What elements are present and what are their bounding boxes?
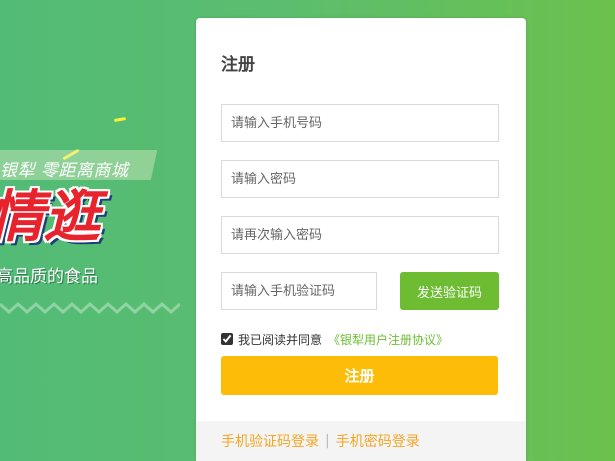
promo-subline: 高品质的食品: [0, 267, 98, 287]
password-login-link[interactable]: 手机密码登录: [336, 431, 420, 451]
promo-ribbon-text: 银犁 零距离商城: [0, 161, 129, 181]
footer-separator: |: [325, 433, 330, 449]
phone-input[interactable]: [221, 104, 499, 142]
agreement-row: 我已阅读并同意 《银犁用户注册协议》: [221, 331, 448, 347]
register-card: 注册 发送验证码 我已阅读并同意 《银犁用户注册协议》 注册 手机验证码登录 |…: [196, 18, 526, 461]
agreement-link[interactable]: 《银犁用户注册协议》: [328, 331, 448, 348]
sms-code-input[interactable]: [221, 272, 377, 310]
password-input[interactable]: [221, 160, 499, 198]
promo-banner: 银犁 零距离商城 情逛 高品质的食品: [0, 0, 200, 461]
agree-checkbox[interactable]: [221, 333, 233, 345]
promo-headline: 情逛: [0, 185, 100, 250]
register-button[interactable]: 注册: [221, 356, 498, 395]
login-options-footer: 手机验证码登录 | 手机密码登录: [196, 421, 526, 461]
confetti-decoration: [113, 116, 127, 123]
promo-zigzag-edge: [0, 301, 180, 315]
register-title: 注册: [221, 55, 255, 75]
sms-login-link[interactable]: 手机验证码登录: [221, 431, 319, 451]
confirm-password-input[interactable]: [221, 216, 499, 254]
agree-label: 我已阅读并同意: [238, 332, 323, 347]
send-code-button[interactable]: 发送验证码: [400, 272, 499, 310]
